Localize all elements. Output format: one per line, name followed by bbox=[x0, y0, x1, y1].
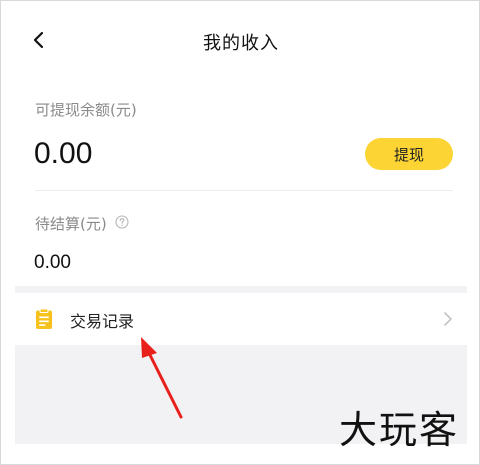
question-circle-icon[interactable] bbox=[115, 214, 129, 229]
watermark-logo: 大玩客 bbox=[339, 408, 460, 452]
pending-settlement-amount: 0.00 bbox=[34, 252, 71, 273]
transaction-records-row[interactable]: 交易记录 bbox=[15, 293, 467, 345]
pending-settlement-label: 待结算(元) bbox=[35, 215, 107, 233]
page-title: 我的收入 bbox=[203, 33, 279, 54]
divider bbox=[35, 190, 453, 191]
nav-header: 我的收入 bbox=[15, 15, 467, 71]
clipboard-icon bbox=[35, 308, 53, 330]
balance-card: 可提现余额(元) 0.00 提现 待结算(元) 0.00 bbox=[15, 71, 467, 286]
transaction-records-label: 交易记录 bbox=[70, 312, 135, 331]
chevron-right-icon bbox=[443, 311, 453, 327]
withdraw-button[interactable]: 提现 bbox=[365, 138, 453, 170]
withdrawable-balance-label: 可提现余额(元) bbox=[35, 101, 137, 119]
app-screen: 我的收入 可提现余额(元) 0.00 提现 待结算(元) 0.00 交易记录 bbox=[15, 15, 467, 444]
screenshot-frame: 我的收入 可提现余额(元) 0.00 提现 待结算(元) 0.00 交易记录 大… bbox=[0, 0, 480, 465]
withdrawable-balance-amount: 0.00 bbox=[34, 137, 93, 170]
